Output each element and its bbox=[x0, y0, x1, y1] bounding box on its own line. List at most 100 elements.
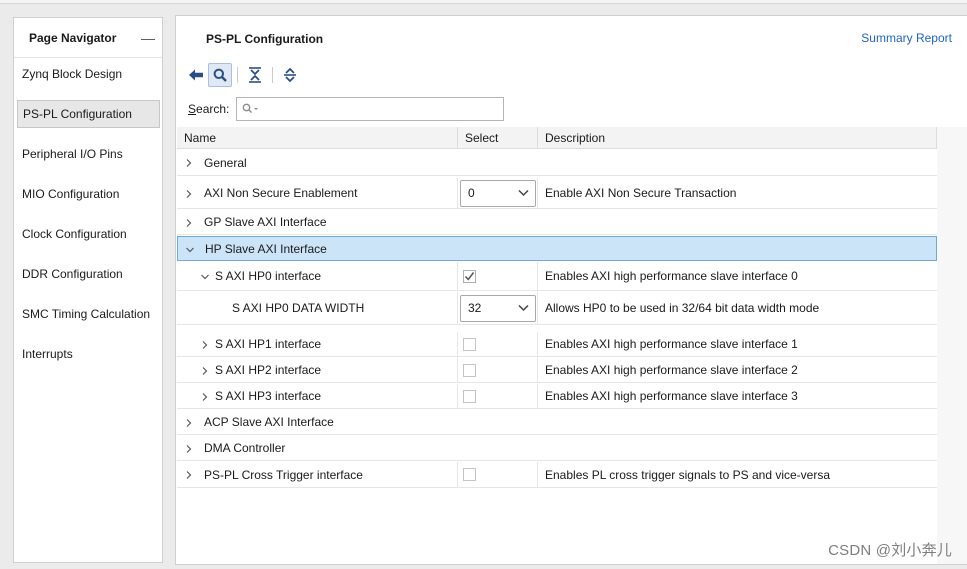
search-label: Search: bbox=[188, 102, 230, 116]
summary-report-link[interactable]: Summary Report bbox=[861, 31, 952, 45]
page-navigator-panel: Page Navigator — Zynq Block Design PS-PL … bbox=[13, 17, 163, 563]
chevron-right-icon[interactable] bbox=[183, 188, 195, 200]
sidebar-item[interactable]: MIO Configuration bbox=[17, 180, 160, 208]
name-cell: DMA Controller bbox=[177, 436, 457, 460]
column-header-select[interactable]: Select bbox=[458, 127, 538, 149]
table-row[interactable]: DMA Controller bbox=[177, 436, 937, 461]
chevron-right-icon[interactable] bbox=[199, 339, 211, 351]
row-label: HP Slave AXI Interface bbox=[205, 241, 327, 256]
table-row[interactable]: S AXI HP0 interface Enables AXI high perf… bbox=[177, 262, 937, 291]
table-row[interactable]: General bbox=[177, 150, 937, 176]
sidebar-item-label: DDR Configuration bbox=[22, 267, 123, 281]
description-cell: Enables AXI high performance slave inter… bbox=[537, 358, 937, 382]
select-cell: 0 bbox=[457, 178, 537, 208]
toolbar-separator bbox=[272, 67, 273, 83]
description-cell bbox=[537, 150, 937, 175]
row-label: AXI Non Secure Enablement bbox=[204, 186, 358, 200]
row-label: DMA Controller bbox=[204, 441, 286, 455]
enable-checkbox[interactable] bbox=[463, 363, 476, 377]
table-row[interactable]: HP Slave AXI Interface bbox=[177, 236, 937, 261]
sidebar-item[interactable]: SMC Timing Calculation bbox=[17, 300, 160, 328]
toolbar bbox=[184, 63, 302, 87]
search-icon bbox=[243, 103, 259, 113]
table-row[interactable]: S AXI HP2 interface Enables AXI high perf… bbox=[177, 358, 937, 383]
table-header: Name Select Description bbox=[177, 127, 937, 149]
watermark: CSDN @刘小奔儿 bbox=[828, 542, 952, 559]
table-row[interactable]: AXI Non Secure Enablement 0 Enable AXI Non… bbox=[177, 178, 937, 209]
table-right-gutter bbox=[937, 127, 967, 564]
table-row[interactable]: ACP Slave AXI Interface bbox=[177, 410, 937, 435]
table-row[interactable]: PS-PL Cross Trigger interface Enables PL … bbox=[177, 462, 937, 488]
name-cell: GP Slave AXI Interface bbox=[177, 210, 457, 234]
enable-checkbox[interactable] bbox=[463, 337, 476, 351]
row-label: S AXI HP0 interface bbox=[215, 269, 322, 283]
chevron-right-icon[interactable] bbox=[199, 391, 211, 403]
description-cell: Allows HP0 to be used in 32/64 bit data … bbox=[537, 292, 937, 324]
dropdown-value: 0 bbox=[468, 186, 475, 200]
search-row: Search: bbox=[188, 97, 505, 121]
collapse-all-icon[interactable] bbox=[243, 63, 267, 87]
search-icon[interactable] bbox=[208, 63, 232, 87]
name-cell: S AXI HP0 interface bbox=[177, 262, 457, 290]
chevron-down-icon bbox=[518, 301, 529, 315]
column-header-name[interactable]: Name bbox=[177, 127, 458, 149]
sidebar-item[interactable]: Zynq Block Design bbox=[17, 60, 160, 88]
select-cell bbox=[457, 332, 537, 356]
sidebar-item-label: MIO Configuration bbox=[22, 187, 120, 201]
select-cell bbox=[457, 358, 537, 382]
page-navigator-header: Page Navigator — bbox=[14, 18, 162, 58]
row-label: S AXI HP1 interface bbox=[215, 337, 322, 351]
minus-icon[interactable]: — bbox=[134, 30, 162, 46]
sidebar-item[interactable]: Clock Configuration bbox=[17, 220, 160, 248]
sidebar-item[interactable]: PS-PL Configuration bbox=[17, 100, 160, 128]
chevron-right-icon[interactable] bbox=[183, 443, 195, 455]
name-cell: ACP Slave AXI Interface bbox=[177, 410, 457, 434]
checkmark-icon bbox=[464, 271, 475, 281]
expand-all-icon[interactable] bbox=[278, 63, 302, 87]
sidebar-item-label: Clock Configuration bbox=[22, 227, 127, 241]
name-cell: S AXI HP0 DATA WIDTH bbox=[177, 292, 457, 324]
page-title: PS-PL Configuration bbox=[206, 32, 324, 46]
sidebar-item[interactable]: Interrupts bbox=[17, 340, 160, 368]
chevron-right-icon[interactable] bbox=[183, 417, 195, 429]
table-row[interactable]: GP Slave AXI Interface bbox=[177, 210, 937, 235]
table-row[interactable]: S AXI HP1 interface Enables AXI high perf… bbox=[177, 332, 937, 357]
select-cell bbox=[457, 436, 537, 460]
chevron-right-icon[interactable] bbox=[183, 217, 195, 229]
chevron-down-icon[interactable] bbox=[184, 244, 196, 256]
chevron-right-icon[interactable] bbox=[183, 469, 195, 481]
select-cell bbox=[457, 237, 537, 260]
row-label: S AXI HP0 DATA WIDTH bbox=[232, 301, 365, 315]
value-dropdown[interactable]: 0 bbox=[460, 179, 536, 207]
back-arrow-icon[interactable] bbox=[184, 63, 208, 87]
sidebar-item[interactable]: Peripheral I/O Pins bbox=[17, 140, 160, 168]
enable-checkbox[interactable] bbox=[463, 269, 476, 283]
name-cell: PS-PL Cross Trigger interface bbox=[177, 462, 457, 487]
chevron-right-icon[interactable] bbox=[199, 365, 211, 377]
enable-checkbox[interactable] bbox=[463, 389, 476, 403]
select-cell bbox=[457, 150, 537, 175]
table-row[interactable]: S AXI HP0 DATA WIDTH 32 Allows HP0 to be u… bbox=[177, 292, 937, 325]
name-cell: General bbox=[177, 150, 457, 175]
sidebar-item[interactable]: DDR Configuration bbox=[17, 260, 160, 288]
toolbar-separator bbox=[237, 67, 238, 83]
sidebar-item-label: SMC Timing Calculation bbox=[22, 307, 151, 321]
select-cell: 32 bbox=[457, 292, 537, 324]
options-table: Name Select Description General AXI Non S… bbox=[177, 127, 937, 488]
value-dropdown[interactable]: 32 bbox=[460, 294, 536, 322]
search-input[interactable] bbox=[236, 97, 505, 121]
name-cell: HP Slave AXI Interface bbox=[178, 237, 457, 260]
description-cell bbox=[537, 237, 936, 260]
main-panel: PS-PL Configuration Summary Report Searc… bbox=[175, 15, 967, 565]
description-cell bbox=[537, 436, 937, 460]
chevron-down-icon[interactable] bbox=[199, 271, 211, 283]
row-label: GP Slave AXI Interface bbox=[204, 215, 327, 229]
chevron-right-icon[interactable] bbox=[183, 157, 195, 169]
sidebar-item-label: PS-PL Configuration bbox=[23, 107, 132, 121]
description-cell bbox=[537, 410, 937, 434]
table-row[interactable]: S AXI HP3 interface Enables AXI high perf… bbox=[177, 384, 937, 409]
row-label: General bbox=[204, 155, 247, 170]
description-cell: Enables PL cross trigger signals to PS a… bbox=[537, 462, 937, 487]
enable-checkbox[interactable] bbox=[463, 468, 476, 481]
column-header-description[interactable]: Description bbox=[538, 127, 937, 149]
